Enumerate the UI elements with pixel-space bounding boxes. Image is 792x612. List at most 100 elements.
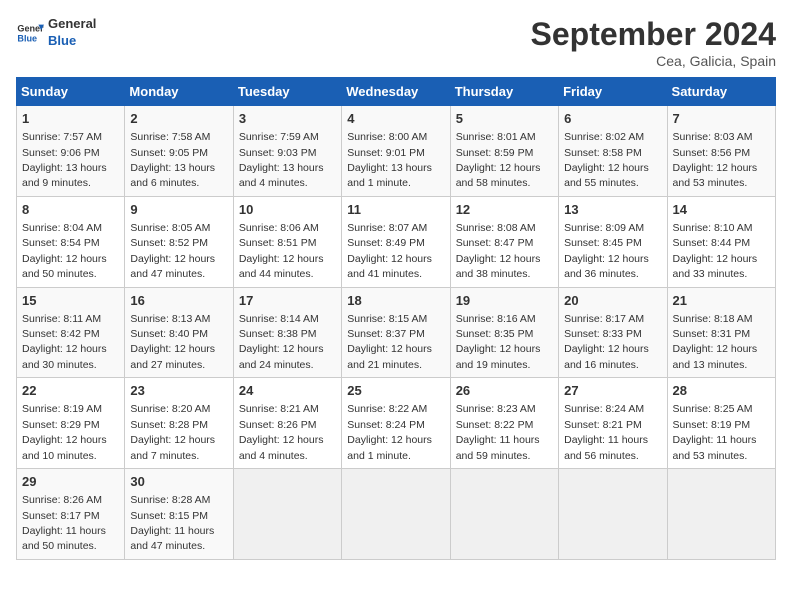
header-sunday: Sunday: [17, 78, 125, 106]
calendar-cell: 18 Sunrise: 8:15 AM Sunset: 8:37 PM Dayl…: [342, 287, 450, 378]
calendar-cell: 16 Sunrise: 8:13 AM Sunset: 8:40 PM Dayl…: [125, 287, 233, 378]
day-sunrise: Sunrise: 8:01 AM: [456, 131, 536, 143]
day-sunrise: Sunrise: 8:26 AM: [22, 494, 102, 506]
day-number: 9: [130, 201, 227, 219]
day-sunset: Sunset: 8:26 PM: [239, 419, 317, 431]
day-daylight: Daylight: 12 hours and 41 minutes.: [347, 253, 432, 280]
day-number: 22: [22, 382, 119, 400]
day-sunrise: Sunrise: 8:15 AM: [347, 313, 427, 325]
day-daylight: Daylight: 12 hours and 47 minutes.: [130, 253, 215, 280]
logo-icon: General Blue: [16, 19, 44, 47]
calendar-cell: [559, 469, 667, 560]
day-daylight: Daylight: 12 hours and 44 minutes.: [239, 253, 324, 280]
calendar-cell: 9 Sunrise: 8:05 AM Sunset: 8:52 PM Dayli…: [125, 196, 233, 287]
day-sunset: Sunset: 8:15 PM: [130, 510, 208, 522]
day-sunset: Sunset: 8:59 PM: [456, 147, 534, 159]
day-sunrise: Sunrise: 8:19 AM: [22, 403, 102, 415]
day-sunset: Sunset: 9:01 PM: [347, 147, 425, 159]
calendar-cell: 2 Sunrise: 7:58 AM Sunset: 9:05 PM Dayli…: [125, 106, 233, 197]
day-sunset: Sunset: 8:17 PM: [22, 510, 100, 522]
day-sunset: Sunset: 8:35 PM: [456, 328, 534, 340]
title-block: September 2024 Cea, Galicia, Spain: [531, 16, 776, 69]
calendar-header: Sunday Monday Tuesday Wednesday Thursday…: [17, 78, 776, 106]
day-sunrise: Sunrise: 7:57 AM: [22, 131, 102, 143]
logo-text: General Blue: [48, 16, 96, 50]
day-daylight: Daylight: 13 hours and 6 minutes.: [130, 162, 215, 189]
calendar-cell: 28 Sunrise: 8:25 AM Sunset: 8:19 PM Dayl…: [667, 378, 775, 469]
day-sunrise: Sunrise: 8:14 AM: [239, 313, 319, 325]
day-number: 1: [22, 110, 119, 128]
day-sunset: Sunset: 8:54 PM: [22, 237, 100, 249]
day-sunset: Sunset: 8:37 PM: [347, 328, 425, 340]
day-daylight: Daylight: 12 hours and 10 minutes.: [22, 434, 107, 461]
day-sunset: Sunset: 8:19 PM: [673, 419, 751, 431]
day-daylight: Daylight: 11 hours and 56 minutes.: [564, 434, 648, 461]
day-sunset: Sunset: 8:42 PM: [22, 328, 100, 340]
calendar-cell: 7 Sunrise: 8:03 AM Sunset: 8:56 PM Dayli…: [667, 106, 775, 197]
day-number: 29: [22, 473, 119, 491]
day-sunrise: Sunrise: 8:18 AM: [673, 313, 753, 325]
calendar-cell: [342, 469, 450, 560]
day-number: 21: [673, 292, 770, 310]
day-number: 20: [564, 292, 661, 310]
day-number: 8: [22, 201, 119, 219]
calendar-cell: 29 Sunrise: 8:26 AM Sunset: 8:17 PM Dayl…: [17, 469, 125, 560]
day-sunrise: Sunrise: 8:04 AM: [22, 222, 102, 234]
day-sunset: Sunset: 8:44 PM: [673, 237, 751, 249]
calendar-cell: 25 Sunrise: 8:22 AM Sunset: 8:24 PM Dayl…: [342, 378, 450, 469]
day-number: 23: [130, 382, 227, 400]
day-number: 11: [347, 201, 444, 219]
calendar-cell: 4 Sunrise: 8:00 AM Sunset: 9:01 PM Dayli…: [342, 106, 450, 197]
day-number: 27: [564, 382, 661, 400]
day-sunrise: Sunrise: 8:23 AM: [456, 403, 536, 415]
day-sunrise: Sunrise: 7:58 AM: [130, 131, 210, 143]
day-sunset: Sunset: 8:29 PM: [22, 419, 100, 431]
day-sunrise: Sunrise: 8:00 AM: [347, 131, 427, 143]
day-daylight: Daylight: 12 hours and 55 minutes.: [564, 162, 649, 189]
day-number: 28: [673, 382, 770, 400]
day-sunrise: Sunrise: 8:07 AM: [347, 222, 427, 234]
calendar-table: Sunday Monday Tuesday Wednesday Thursday…: [16, 77, 776, 560]
day-sunrise: Sunrise: 8:08 AM: [456, 222, 536, 234]
day-sunset: Sunset: 9:06 PM: [22, 147, 100, 159]
day-daylight: Daylight: 12 hours and 24 minutes.: [239, 343, 324, 370]
month-title: September 2024: [531, 16, 776, 53]
day-sunset: Sunset: 8:45 PM: [564, 237, 642, 249]
day-number: 15: [22, 292, 119, 310]
calendar-cell: 24 Sunrise: 8:21 AM Sunset: 8:26 PM Dayl…: [233, 378, 341, 469]
calendar-row: 15 Sunrise: 8:11 AM Sunset: 8:42 PM Dayl…: [17, 287, 776, 378]
header-saturday: Saturday: [667, 78, 775, 106]
day-sunset: Sunset: 8:40 PM: [130, 328, 208, 340]
calendar-cell: 21 Sunrise: 8:18 AM Sunset: 8:31 PM Dayl…: [667, 287, 775, 378]
day-sunrise: Sunrise: 8:28 AM: [130, 494, 210, 506]
day-daylight: Daylight: 11 hours and 53 minutes.: [673, 434, 757, 461]
day-number: 26: [456, 382, 553, 400]
calendar-row: 8 Sunrise: 8:04 AM Sunset: 8:54 PM Dayli…: [17, 196, 776, 287]
day-daylight: Daylight: 11 hours and 59 minutes.: [456, 434, 540, 461]
day-sunrise: Sunrise: 8:03 AM: [673, 131, 753, 143]
calendar-cell: 17 Sunrise: 8:14 AM Sunset: 8:38 PM Dayl…: [233, 287, 341, 378]
calendar-cell: 15 Sunrise: 8:11 AM Sunset: 8:42 PM Dayl…: [17, 287, 125, 378]
calendar-cell: [233, 469, 341, 560]
day-sunset: Sunset: 8:49 PM: [347, 237, 425, 249]
day-sunrise: Sunrise: 8:24 AM: [564, 403, 644, 415]
header-friday: Friday: [559, 78, 667, 106]
day-sunrise: Sunrise: 7:59 AM: [239, 131, 319, 143]
day-number: 19: [456, 292, 553, 310]
day-sunrise: Sunrise: 8:25 AM: [673, 403, 753, 415]
day-daylight: Daylight: 12 hours and 33 minutes.: [673, 253, 758, 280]
day-sunset: Sunset: 8:21 PM: [564, 419, 642, 431]
weekday-row: Sunday Monday Tuesday Wednesday Thursday…: [17, 78, 776, 106]
day-sunrise: Sunrise: 8:09 AM: [564, 222, 644, 234]
day-number: 25: [347, 382, 444, 400]
day-daylight: Daylight: 12 hours and 30 minutes.: [22, 343, 107, 370]
day-number: 17: [239, 292, 336, 310]
day-sunset: Sunset: 9:03 PM: [239, 147, 317, 159]
calendar-body: 1 Sunrise: 7:57 AM Sunset: 9:06 PM Dayli…: [17, 106, 776, 560]
day-sunrise: Sunrise: 8:05 AM: [130, 222, 210, 234]
day-daylight: Daylight: 12 hours and 21 minutes.: [347, 343, 432, 370]
day-number: 4: [347, 110, 444, 128]
day-sunset: Sunset: 8:24 PM: [347, 419, 425, 431]
day-sunset: Sunset: 8:28 PM: [130, 419, 208, 431]
calendar-cell: 5 Sunrise: 8:01 AM Sunset: 8:59 PM Dayli…: [450, 106, 558, 197]
